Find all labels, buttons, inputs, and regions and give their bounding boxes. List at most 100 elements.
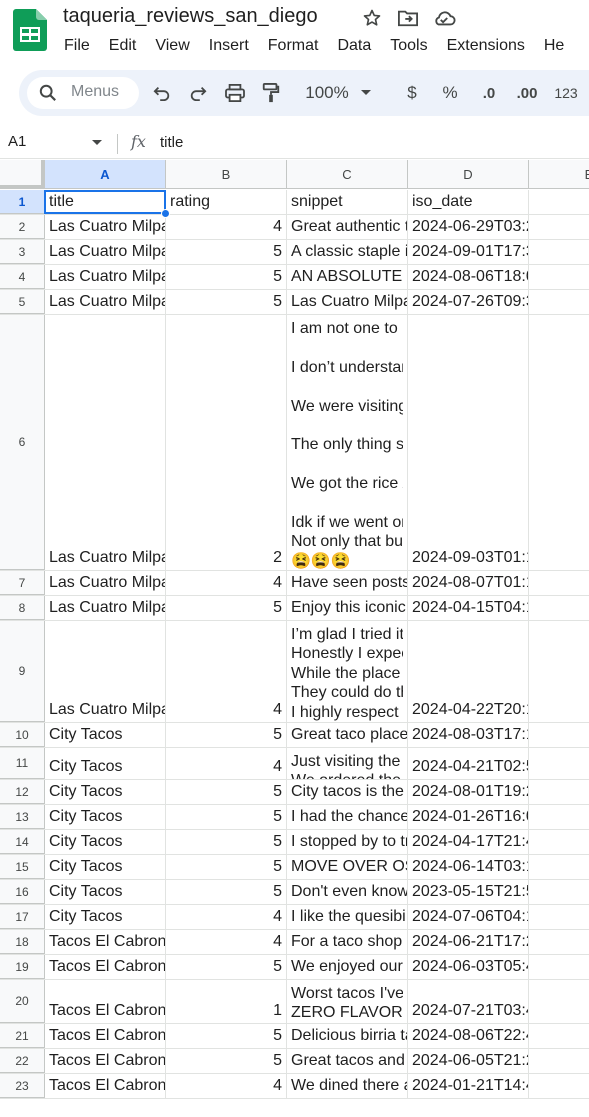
cell-iso-date[interactable]: 2024-06-29T03:20:10Z	[408, 215, 529, 239]
sheets-logo-icon[interactable]	[13, 9, 47, 51]
menu-extensions[interactable]: Extensions	[436, 35, 533, 57]
fill-handle[interactable]	[161, 209, 170, 218]
row-header[interactable]: 22	[0, 1049, 45, 1073]
undo-icon[interactable]	[150, 81, 174, 105]
cell-title[interactable]: City Tacos	[45, 748, 166, 779]
row-header[interactable]: 21	[0, 1024, 45, 1048]
cell-empty[interactable]	[529, 830, 589, 854]
cell-snippet[interactable]: I stopped by to tr	[287, 830, 408, 854]
percent-format-button[interactable]: %	[439, 81, 461, 105]
cell-empty[interactable]	[529, 805, 589, 829]
cell-snippet[interactable]: Great authentic t	[287, 215, 408, 239]
paint-format-icon[interactable]	[259, 81, 283, 105]
cell-title[interactable]: Las Cuatro Milpas	[45, 315, 166, 570]
currency-format-button[interactable]: $	[401, 81, 423, 105]
cell-rating[interactable]: 5	[166, 265, 287, 289]
cell-rating[interactable]: 5	[166, 880, 287, 904]
cell-snippet[interactable]: Enjoy this iconic	[287, 596, 408, 620]
cell-iso-date[interactable]: 2024-08-07T01:19:11Z	[408, 571, 529, 595]
cell-title[interactable]: City Tacos	[45, 830, 166, 854]
row-header[interactable]: 20	[0, 980, 45, 1023]
cell-empty[interactable]	[529, 880, 589, 904]
row-header[interactable]: 5	[0, 290, 45, 314]
document-title[interactable]: taqueria_reviews_san_diego	[63, 5, 318, 28]
cell-snippet[interactable]: Delicious birria ta	[287, 1024, 408, 1048]
name-box-dropdown-icon[interactable]	[92, 140, 102, 145]
cell-rating[interactable]: 5	[166, 830, 287, 854]
cell-snippet[interactable]: City tacos is the	[287, 780, 408, 804]
cell-empty[interactable]	[529, 571, 589, 595]
cell-rating[interactable]: 5	[166, 240, 287, 264]
cell-title[interactable]: City Tacos	[45, 723, 166, 747]
menu-format[interactable]: Format	[257, 35, 327, 57]
cell-empty[interactable]	[529, 930, 589, 954]
cell-snippet[interactable]: We dined there a	[287, 1074, 408, 1098]
cell-empty[interactable]	[529, 748, 589, 779]
cell-rating[interactable]: 5	[166, 805, 287, 829]
cell-rating[interactable]: 4	[166, 748, 287, 779]
increase-decimal-button[interactable]: .00	[511, 81, 543, 105]
cell-snippet[interactable]: Have seen posts	[287, 571, 408, 595]
print-icon[interactable]	[223, 81, 247, 105]
menu-tools[interactable]: Tools	[379, 35, 435, 57]
cell-empty[interactable]	[529, 980, 589, 1023]
cell-empty[interactable]	[529, 190, 589, 214]
cell-rating[interactable]: 5	[166, 596, 287, 620]
cell-iso-date[interactable]: 2024-04-17T21:43:35Z	[408, 830, 529, 854]
row-header[interactable]: 10	[0, 723, 45, 747]
menu-help[interactable]: He	[533, 35, 572, 57]
row-header[interactable]: 11	[0, 748, 45, 779]
cell-snippet[interactable]: We enjoyed our	[287, 955, 408, 979]
column-header-e[interactable]: E	[529, 160, 589, 189]
formula-input[interactable]: title	[160, 134, 183, 151]
cell-iso-date[interactable]: 2024-08-06T22:44:06Z	[408, 1024, 529, 1048]
cell-snippet[interactable]: I like the quesibi	[287, 905, 408, 929]
cell-empty[interactable]	[529, 621, 589, 722]
redo-icon[interactable]	[186, 81, 210, 105]
cell-empty[interactable]	[529, 215, 589, 239]
cell-snippet[interactable]: A classic staple i	[287, 240, 408, 264]
cell-empty[interactable]	[529, 780, 589, 804]
cell-empty[interactable]	[529, 1074, 589, 1098]
cell-rating[interactable]: 2	[166, 315, 287, 570]
star-icon[interactable]	[360, 6, 384, 30]
cell-empty[interactable]	[529, 723, 589, 747]
cell-title[interactable]: Las Cuatro Milpas	[45, 621, 166, 722]
row-header[interactable]: 15	[0, 855, 45, 879]
cell-title[interactable]: Las Cuatro Milpas	[45, 596, 166, 620]
cell-rating[interactable]: 5	[166, 1024, 287, 1048]
cell-rating[interactable]: 5	[166, 855, 287, 879]
row-header[interactable]: 1	[0, 190, 45, 214]
cell-rating[interactable]: 4	[166, 621, 287, 722]
menu-data[interactable]: Data	[326, 35, 379, 57]
cell-iso-date[interactable]: iso_date	[408, 190, 529, 214]
name-box[interactable]: A1	[8, 133, 26, 150]
cell-title[interactable]: City Tacos	[45, 805, 166, 829]
cell-snippet[interactable]: For a taco shop	[287, 930, 408, 954]
row-header[interactable]: 3	[0, 240, 45, 264]
cell-iso-date[interactable]: 2024-07-06T04:15:07Z	[408, 905, 529, 929]
cell-empty[interactable]	[529, 955, 589, 979]
menu-file[interactable]: File	[53, 35, 98, 57]
cell-empty[interactable]	[529, 1049, 589, 1073]
row-header[interactable]: 2	[0, 215, 45, 239]
cell-iso-date[interactable]: 2024-08-03T17:14:28Z	[408, 723, 529, 747]
cell-iso-date[interactable]: 2024-01-26T16:04:46Z	[408, 805, 529, 829]
cell-iso-date[interactable]: 2024-07-26T09:37:25Z	[408, 290, 529, 314]
cell-title[interactable]: Tacos El Cabron	[45, 955, 166, 979]
menu-edit[interactable]: Edit	[98, 35, 145, 57]
row-header[interactable]: 23	[0, 1074, 45, 1098]
cell-title[interactable]: Las Cuatro Milpas	[45, 215, 166, 239]
cell-snippet[interactable]: Worst tacos I've ZERO FLAVOR.	[287, 980, 408, 1023]
zoom-select[interactable]: 100%	[301, 81, 353, 105]
row-header[interactable]: 9	[0, 621, 45, 722]
cell-empty[interactable]	[529, 290, 589, 314]
cloud-status-icon[interactable]	[432, 6, 456, 30]
cell-title[interactable]: City Tacos	[45, 880, 166, 904]
cell-title[interactable]: City Tacos	[45, 905, 166, 929]
folder-move-icon[interactable]	[396, 6, 420, 30]
column-header-d[interactable]: D	[408, 160, 529, 189]
cell-snippet[interactable]: I’m glad I tried it. Honestly I expect Whi…	[287, 621, 408, 722]
cell-rating[interactable]: 4	[166, 905, 287, 929]
row-header[interactable]: 4	[0, 265, 45, 289]
